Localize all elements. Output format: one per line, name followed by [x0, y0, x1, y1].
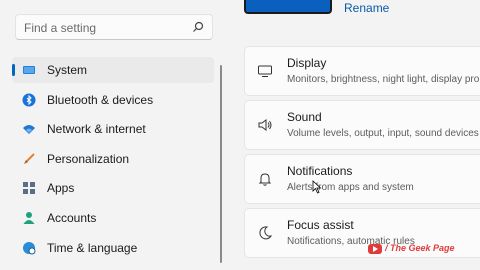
bluetooth-icon	[22, 93, 36, 107]
card-title: Sound	[287, 110, 322, 124]
sidebar-item-label: Network & internet	[47, 122, 146, 136]
card-title: Notifications	[287, 164, 353, 178]
sidebar-item-label: System	[47, 63, 88, 77]
active-indicator	[12, 64, 15, 76]
system-icon	[23, 66, 35, 74]
watermark-text: / The Geek Page	[385, 243, 455, 253]
apps-icon	[23, 182, 35, 194]
sidebar-item-label: Personalization	[47, 152, 130, 166]
sidebar-item-bluetooth[interactable]: Bluetooth & devices	[12, 87, 214, 113]
card-subtitle: Volume levels, output, input, sound devi…	[287, 128, 479, 139]
search-input[interactable]: Find a setting	[15, 14, 213, 40]
mouse-cursor-icon	[312, 180, 322, 194]
search-placeholder: Find a setting	[24, 21, 97, 35]
search-icon[interactable]	[192, 21, 204, 33]
card-subtitle: Monitors, brightness, night light, displ…	[287, 74, 480, 85]
speaker-icon	[258, 119, 272, 131]
sidebar-item-label: Accounts	[47, 211, 97, 225]
device-thumbnail	[244, 0, 332, 14]
sidebar-item-label: Time & language	[47, 241, 138, 255]
sidebar-item-time-language[interactable]: Time & language	[12, 235, 214, 261]
card-title: Display	[287, 56, 327, 70]
card-title: Focus assist	[287, 218, 354, 232]
bell-icon	[258, 173, 272, 186]
sidebar-item-label: Bluetooth & devices	[47, 93, 154, 107]
sidebar-scrollbar[interactable]	[220, 65, 222, 263]
moon-icon	[259, 226, 273, 240]
brush-icon	[24, 153, 35, 164]
sidebar-item-label: Apps	[47, 181, 75, 195]
sidebar-item-system[interactable]: System	[12, 57, 214, 83]
wifi-icon	[23, 125, 35, 134]
sidebar-item-accounts[interactable]: Accounts	[12, 205, 214, 231]
sidebar-item-network[interactable]: Network & internet	[12, 116, 214, 142]
card-sound[interactable]: Sound Volume levels, output, input, soun…	[244, 100, 480, 150]
card-notifications[interactable]: Notifications Alerts from apps and syste…	[244, 154, 480, 204]
rename-link[interactable]: Rename	[344, 1, 389, 15]
display-icon	[258, 65, 272, 77]
youtube-logo-icon	[368, 244, 382, 254]
person-icon	[23, 212, 35, 224]
card-subtitle: Alerts from apps and system	[287, 182, 414, 193]
globe-clock-icon	[23, 242, 36, 255]
card-display[interactable]: Display Monitors, brightness, night ligh…	[244, 46, 480, 96]
sidebar-item-personalization[interactable]: Personalization	[12, 146, 214, 172]
sidebar-item-apps[interactable]: Apps	[12, 175, 214, 201]
